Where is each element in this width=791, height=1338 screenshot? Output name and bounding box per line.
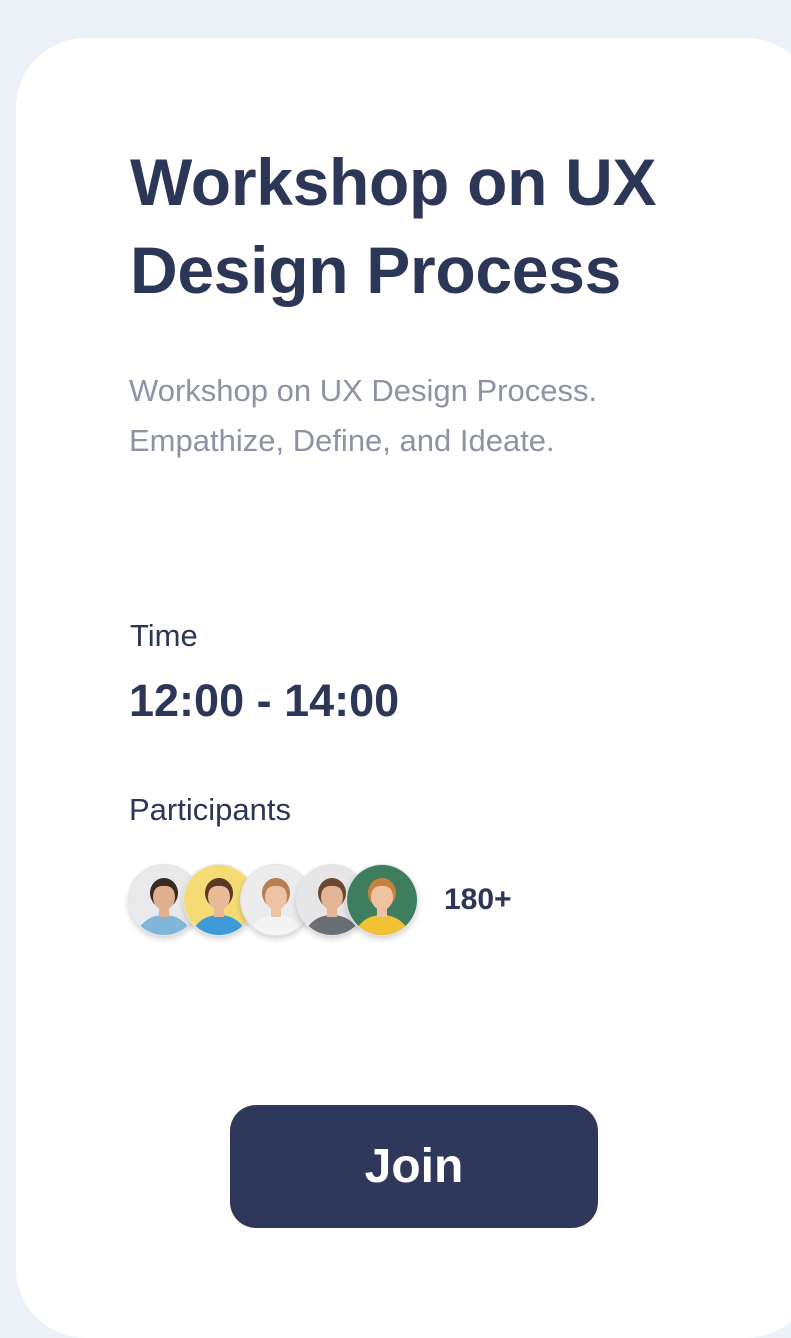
time-label: Time (130, 618, 198, 653)
participants-label: Participants (129, 792, 291, 827)
participants-count: 180+ (444, 883, 512, 916)
event-description: Workshop on UX Design Process. Empathize… (129, 373, 598, 458)
time-value: 12:00 - 14:00 (129, 675, 400, 726)
person-avatar-woman-yellow (347, 865, 417, 935)
join-button[interactable]: Join (230, 1105, 598, 1228)
event-title: Workshop on UX Design Process (130, 145, 657, 307)
avatar-5 (346, 864, 418, 936)
participant-avatars (128, 864, 428, 936)
